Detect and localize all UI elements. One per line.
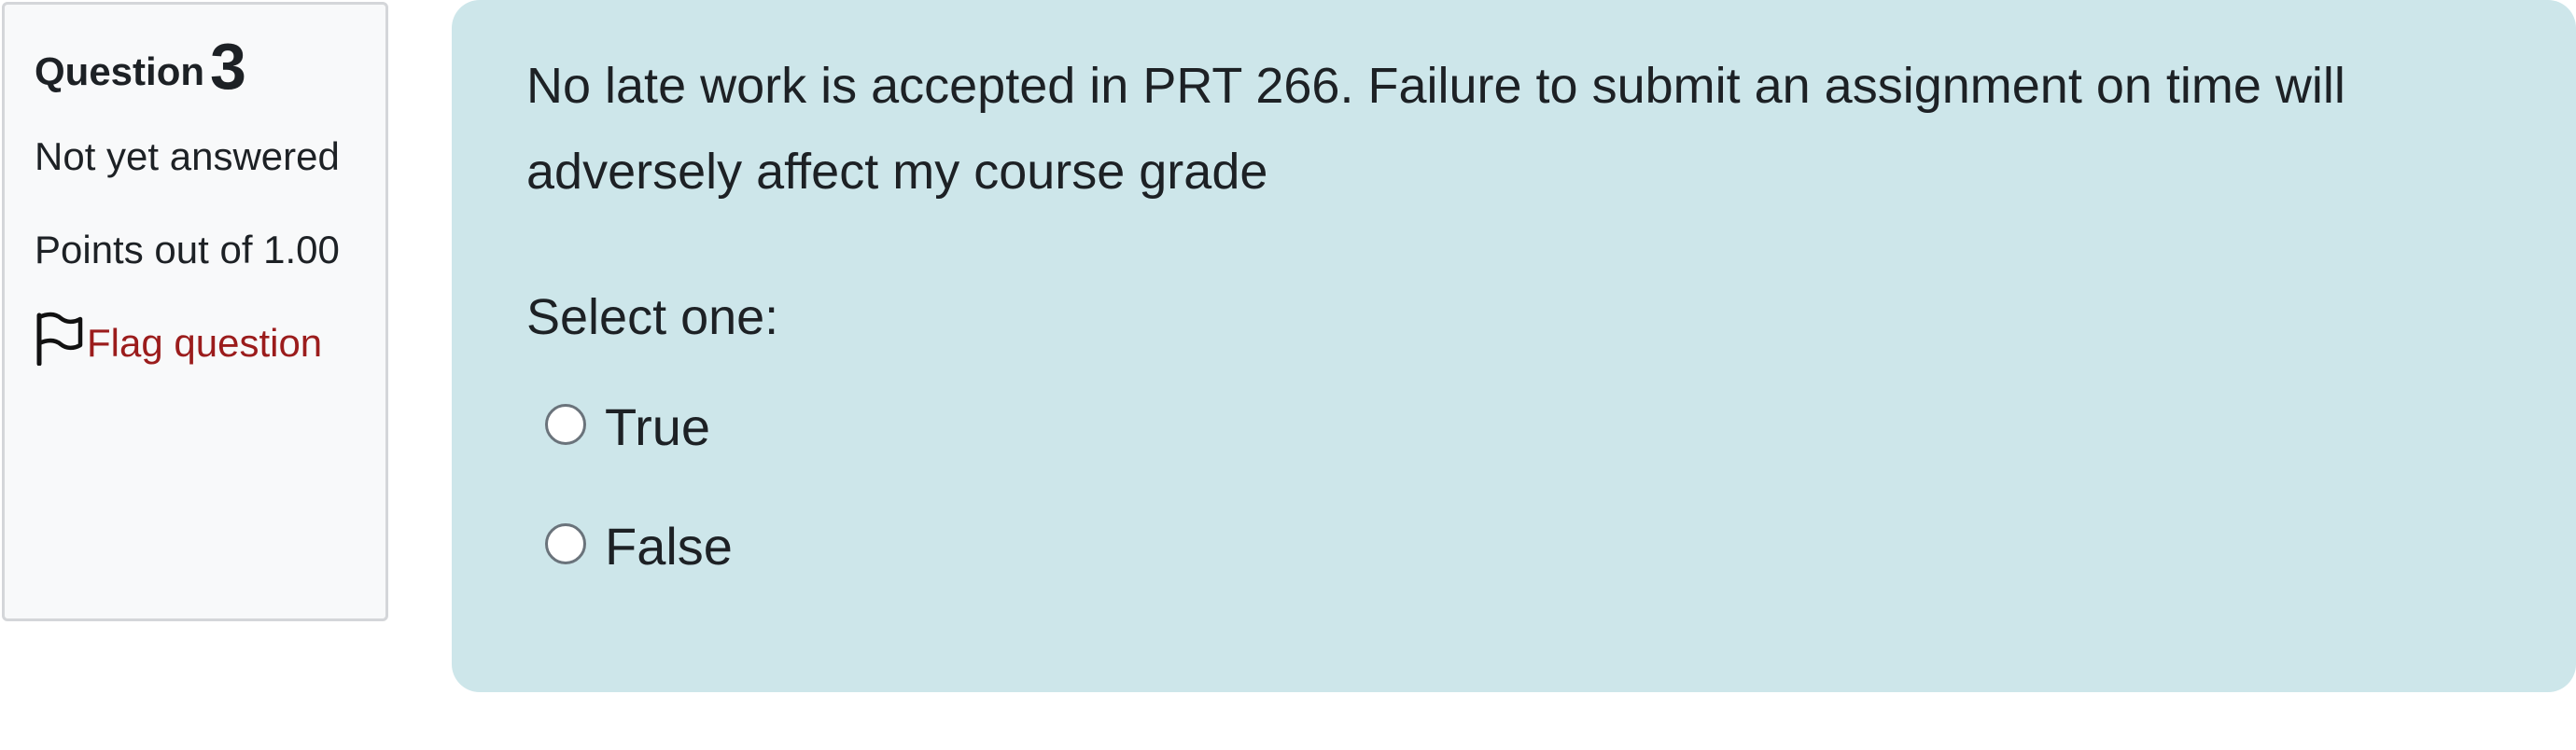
question-content-panel: No late work is accepted in PRT 266. Fai… (452, 0, 2576, 692)
question-number-heading: Question3 (35, 31, 356, 103)
flag-icon (35, 312, 83, 367)
flag-question-link[interactable]: Flag question (35, 310, 356, 377)
question-info-panel: Question3 Not yet answered Points out of… (2, 2, 388, 621)
option-true[interactable]: True (545, 390, 2576, 465)
question-grade: Points out of 1.00 (35, 228, 340, 271)
answer-options: True False (526, 390, 2576, 584)
flag-question-label: Flag question (87, 321, 323, 365)
radio-false[interactable] (545, 523, 586, 564)
answer-prompt: Select one: (526, 289, 779, 345)
option-false[interactable]: False (545, 509, 2576, 584)
radio-true[interactable] (545, 404, 586, 445)
option-true-label[interactable]: True (605, 390, 710, 465)
question-text: No late work is accepted in PRT 266. Fai… (526, 58, 2345, 200)
quiz-question: Question3 Not yet answered Points out of… (0, 0, 2576, 750)
question-number: 3 (210, 30, 246, 103)
option-false-label[interactable]: False (605, 509, 733, 584)
question-label: Question (35, 49, 205, 93)
question-state: Not yet answered (35, 134, 340, 178)
